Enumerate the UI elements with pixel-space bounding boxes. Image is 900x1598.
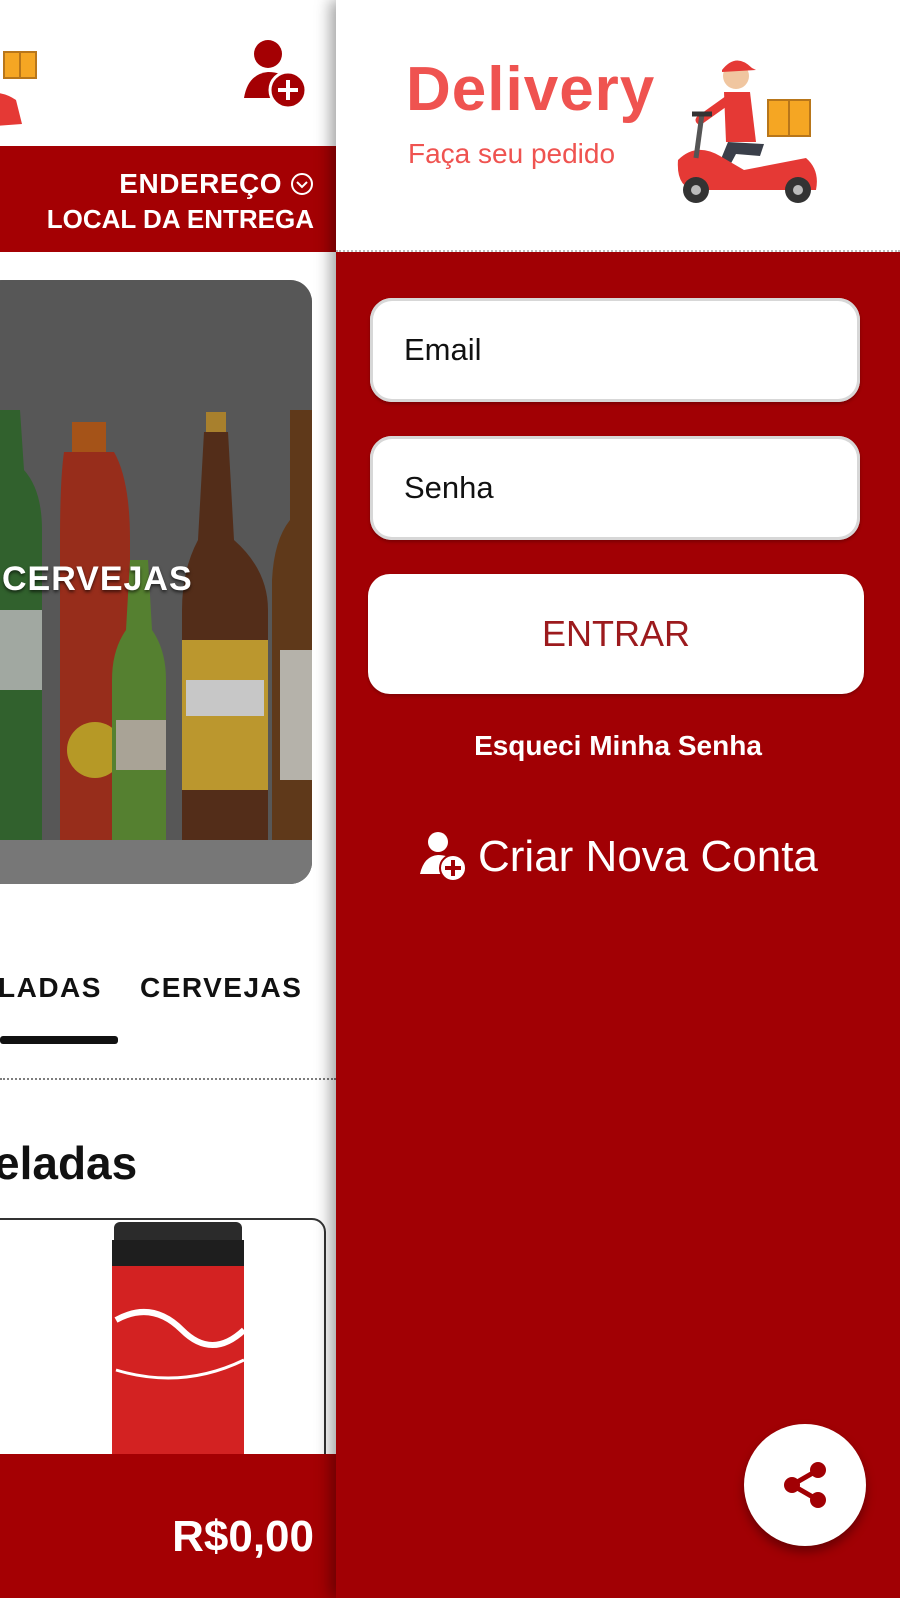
chevron-circle-down-icon bbox=[291, 173, 313, 195]
category-tabs: LADAS CERVEJAS bbox=[0, 950, 336, 1080]
add-user-icon bbox=[420, 832, 467, 882]
login-drawer: Delivery Faça seu pedido Email ENTRAR Es… bbox=[336, 0, 900, 1598]
category-banner[interactable]: CERVEJAS bbox=[0, 280, 312, 884]
brand-title: Delivery bbox=[406, 55, 656, 124]
address-title: ENDEREÇO bbox=[119, 168, 314, 200]
active-tab-indicator bbox=[0, 1036, 118, 1044]
email-field[interactable] bbox=[370, 298, 860, 402]
app-header bbox=[0, 0, 336, 146]
address-title-label: ENDEREÇO bbox=[119, 168, 282, 199]
tab-geladas[interactable]: LADAS bbox=[0, 972, 102, 1004]
add-user-icon[interactable] bbox=[242, 36, 312, 112]
create-account-button[interactable]: Criar Nova Conta bbox=[420, 830, 818, 884]
share-icon bbox=[784, 1462, 826, 1508]
email-input[interactable] bbox=[370, 298, 860, 402]
cart-footer[interactable]: R$0,00 bbox=[0, 1454, 336, 1598]
password-field[interactable] bbox=[370, 436, 860, 540]
delivery-scooter-icon bbox=[677, 60, 817, 203]
drawer-header: Delivery Faça seu pedido bbox=[336, 0, 900, 252]
background-app: ENDEREÇO LOCAL DA ENTREGA CERVEJAS LADAS… bbox=[0, 0, 336, 1598]
banner-label: CERVEJAS bbox=[2, 560, 193, 598]
delivery-address-bar[interactable]: ENDEREÇO LOCAL DA ENTREGA bbox=[0, 146, 336, 252]
section-title: eladas bbox=[0, 1137, 138, 1189]
address-subtitle: LOCAL DA ENTREGA bbox=[46, 204, 314, 234]
password-input[interactable] bbox=[370, 436, 860, 540]
share-button[interactable] bbox=[744, 1424, 866, 1546]
create-account-label: Criar Nova Conta bbox=[478, 832, 818, 881]
delivery-scooter-icon bbox=[0, 51, 37, 126]
login-button[interactable]: ENTRAR bbox=[368, 574, 864, 694]
tab-cervejas[interactable]: CERVEJAS bbox=[140, 972, 302, 1004]
brand-subtitle: Faça seu pedido bbox=[408, 138, 616, 169]
forgot-password-link[interactable]: Esqueci Minha Senha bbox=[336, 730, 900, 762]
cart-total: R$0,00 bbox=[172, 1512, 314, 1561]
